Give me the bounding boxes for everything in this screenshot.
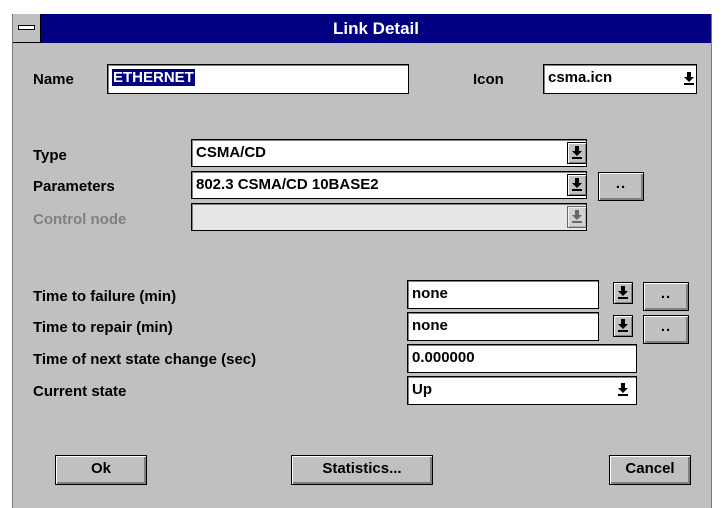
time-to-repair-select[interactable]: none	[407, 312, 599, 341]
ok-button[interactable]: Ok	[55, 455, 147, 485]
type-select[interactable]: CSMA/CD	[191, 139, 587, 167]
current-state-dropdown-button[interactable]	[615, 380, 633, 400]
time-to-failure-more-button[interactable]: ..	[643, 282, 689, 311]
icon-select-dropdown[interactable]	[686, 69, 696, 89]
link-detail-dialog: Link Detail Name ETHERNET Icon csma.icn …	[12, 14, 712, 508]
current-state-select[interactable]: Up	[407, 376, 637, 405]
down-arrow-icon	[684, 72, 694, 85]
next-state-change-input[interactable]: 0.000000	[407, 344, 637, 373]
time-to-failure-value: none	[412, 285, 448, 302]
icon-select-value: csma.icn	[548, 69, 613, 86]
minus-bar-icon	[18, 25, 35, 30]
current-state-value: Up	[412, 381, 432, 398]
parameters-more-button[interactable]: ..	[598, 172, 644, 201]
down-arrow-icon	[572, 178, 582, 191]
statistics-button[interactable]: Statistics...	[291, 455, 433, 485]
type-label: Type	[33, 147, 67, 164]
type-dropdown-button[interactable]	[567, 142, 587, 164]
down-arrow-icon	[572, 210, 582, 223]
system-menu-button[interactable]	[13, 14, 41, 43]
down-arrow-icon	[618, 319, 628, 332]
cancel-button[interactable]: Cancel	[609, 455, 691, 485]
name-label: Name	[33, 71, 74, 88]
time-to-repair-dropdown-button[interactable]	[613, 315, 633, 337]
control-node-select[interactable]	[191, 203, 587, 231]
time-to-failure-dropdown-button[interactable]	[613, 282, 633, 304]
parameters-select-value: 802.3 CSMA/CD 10BASE2	[196, 176, 379, 193]
type-select-value: CSMA/CD	[196, 144, 266, 161]
title-bar: Link Detail	[13, 14, 711, 43]
down-arrow-icon	[618, 286, 628, 299]
time-to-repair-more-button[interactable]: ..	[643, 315, 689, 344]
down-arrow-icon	[618, 383, 628, 396]
current-state-label: Current state	[33, 383, 127, 400]
time-to-failure-select[interactable]: none	[407, 280, 599, 309]
control-node-label: Control node	[33, 211, 127, 228]
parameters-dropdown-button[interactable]	[567, 174, 587, 196]
name-input[interactable]: ETHERNET	[107, 64, 409, 94]
control-node-dropdown-button[interactable]	[567, 206, 587, 228]
down-arrow-icon	[572, 146, 582, 159]
next-state-change-value: 0.000000	[412, 349, 475, 366]
icon-select[interactable]: csma.icn	[543, 64, 697, 94]
icon-label: Icon	[473, 71, 504, 88]
time-to-repair-label: Time to repair (min)	[33, 319, 173, 336]
parameters-select[interactable]: 802.3 CSMA/CD 10BASE2	[191, 171, 587, 199]
parameters-label: Parameters	[33, 178, 115, 195]
time-to-failure-label: Time to failure (min)	[33, 288, 177, 305]
next-state-change-label: Time of next state change (sec)	[33, 351, 257, 368]
name-input-value: ETHERNET	[112, 69, 195, 86]
time-to-repair-value: none	[412, 317, 448, 334]
window-title: Link Detail	[333, 19, 419, 38]
